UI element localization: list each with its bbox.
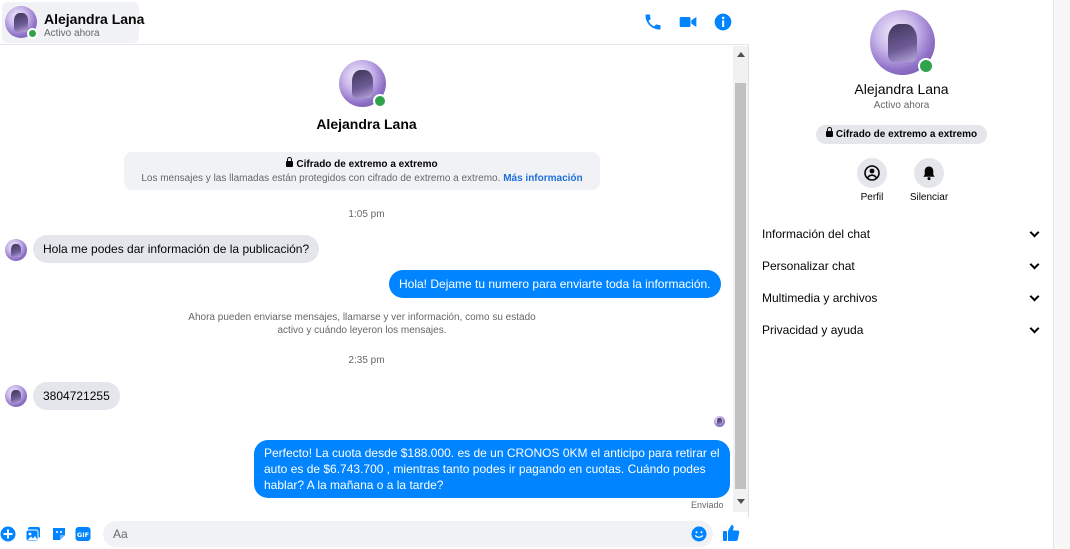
profile-button[interactable] [857, 158, 887, 188]
message-line: Perfecto! La cuota desde $188.000. es de… [264, 446, 720, 460]
video-camera-icon[interactable] [678, 12, 698, 32]
encryption-title-text: Cifrado de extremo a extremo [296, 159, 438, 170]
sent-status: Enviado [691, 500, 724, 510]
chat-header: Alejandra Lana Activo ahora [0, 0, 749, 45]
encryption-body-text: Los mensajes y las llamadas están proteg… [141, 173, 501, 184]
system-notice: Ahora pueden enviarse mensajes, llamarse… [162, 311, 562, 337]
phone-icon[interactable] [643, 12, 663, 32]
section-privacy-help[interactable]: Privacidad y ayuda [762, 318, 1042, 344]
encryption-title: Cifrado de extremo a extremo [124, 157, 600, 170]
sticker-icon[interactable] [51, 526, 67, 542]
scroll-down-arrow[interactable] [737, 499, 745, 504]
lock-icon [825, 127, 833, 137]
lock-icon [286, 157, 294, 167]
encryption-badge[interactable]: Cifrado de extremo a extremo [816, 125, 987, 144]
outgoing-message[interactable]: Hola! Dejame tu numero para enviarte tod… [389, 270, 721, 298]
outgoing-message[interactable]: Perfecto! La cuota desde $188.000. es de… [254, 440, 730, 498]
encryption-badge-text: Cifrado de extremo a extremo [835, 129, 978, 140]
intro-contact-name: Alejandra Lana [316, 116, 417, 132]
contact-status: Activo ahora [44, 28, 100, 39]
gif-icon[interactable]: GIF [75, 526, 91, 542]
message-line: auto es de $6.743.700 , mientras tanto p… [264, 462, 706, 476]
section-label: Multimedia y archivos [762, 291, 878, 305]
chevron-down-icon [1029, 291, 1040, 302]
incoming-message[interactable]: 3804721255 [33, 382, 120, 410]
system-notice-line: activo y cuándo leyeron los mensajes. [277, 325, 447, 336]
thumbs-up-icon[interactable] [722, 524, 740, 542]
online-status-dot [918, 58, 934, 74]
section-customize-chat[interactable]: Personalizar chat [762, 254, 1042, 280]
chevron-down-icon [1029, 259, 1040, 270]
section-label: Información del chat [762, 227, 871, 241]
composer: GIF [0, 517, 749, 549]
scrollbar[interactable] [733, 46, 748, 512]
online-status-dot [373, 94, 387, 108]
chevron-down-icon [1029, 323, 1040, 334]
message-list: Alejandra Lana Cifrado de extremo a extr… [0, 46, 733, 512]
emoji-icon[interactable] [691, 526, 707, 542]
section-media-files[interactable]: Multimedia y archivos [762, 286, 1042, 312]
timestamp: 1:05 pm [348, 209, 385, 220]
online-status-dot [27, 28, 38, 39]
encryption-notice: Cifrado de extremo a extremo Los mensaje… [124, 152, 600, 190]
contact-name: Alejandra Lana [44, 11, 145, 27]
info-contact-status: Activo ahora [873, 100, 930, 111]
info-contact-name: Alejandra Lana [854, 81, 949, 97]
scroll-up-arrow[interactable] [737, 52, 745, 57]
profile-icon [864, 165, 880, 181]
incoming-message[interactable]: Hola me podes dar información de la publ… [33, 235, 320, 263]
section-label: Personalizar chat [762, 259, 855, 273]
profile-label: Perfil [860, 192, 884, 203]
contact-header-button[interactable]: Alejandra Lana Activo ahora [2, 2, 144, 43]
svg-text:GIF: GIF [77, 531, 89, 539]
system-notice-line: Ahora pueden enviarse mensajes, llamarse… [188, 312, 536, 323]
section-label: Privacidad y ayuda [762, 323, 864, 337]
mute-button[interactable] [914, 158, 944, 188]
info-icon[interactable] [713, 12, 733, 32]
window-edge [1053, 0, 1070, 549]
avatar [5, 239, 27, 261]
seen-indicator-avatar [714, 416, 725, 427]
section-chat-info[interactable]: Información del chat [762, 222, 1042, 248]
photo-gallery-icon[interactable] [25, 526, 41, 542]
chevron-down-icon [1029, 227, 1040, 238]
more-info-link[interactable]: Más información [503, 173, 582, 184]
message-input[interactable] [103, 521, 713, 547]
chat-pane: Alejandra Lana Activo ahora Alejandra La… [0, 0, 749, 549]
timestamp: 2:35 pm [348, 355, 385, 366]
message-line: hablar? A la mañana o a la tarde? [264, 478, 444, 492]
mute-label: Silenciar [909, 192, 949, 203]
plus-circle-icon[interactable] [0, 526, 16, 542]
scrollbar-thumb[interactable] [735, 83, 746, 489]
avatar [5, 385, 27, 407]
chat-info-pane: Alejandra Lana Activo ahora Cifrado de e… [750, 0, 1053, 549]
encryption-body: Los mensajes y las llamadas están proteg… [124, 173, 600, 184]
bell-icon [923, 166, 935, 181]
